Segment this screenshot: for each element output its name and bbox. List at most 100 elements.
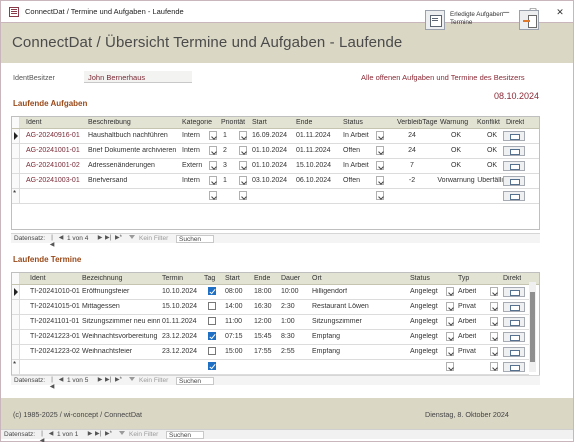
search-input[interactable]: Suchen [166, 431, 204, 439]
cell-ort[interactable]: Sitzungszimmer [312, 318, 362, 325]
column-header-typ[interactable]: Typ [458, 275, 469, 282]
cell-dauer[interactable]: 1:00 [281, 318, 295, 325]
table-row[interactable]: AG-20240916-01 Haushaltbuch nachführen Int… [12, 129, 539, 144]
cell-dauer[interactable]: 10:00 [281, 288, 299, 295]
direct-open-button[interactable] [503, 302, 525, 312]
ganztags-checkbox[interactable] [208, 347, 216, 355]
cell-termin[interactable]: 10.10.2024 [162, 288, 197, 295]
prioritaet-dropdown[interactable] [239, 191, 247, 200]
table-row[interactable]: TI-20241101-01 Sitzungszimmer neu einri 01… [12, 315, 529, 330]
previous-record-button[interactable]: ◀ [58, 377, 64, 384]
cell-ort[interactable]: Hilligendorf [312, 288, 347, 295]
cell-status[interactable]: Angelegt [410, 288, 438, 295]
cell-start[interactable]: 16.09.2024 [252, 132, 287, 139]
cell-warnung[interactable]: OK [431, 132, 481, 139]
next-record-button[interactable]: ▶ [87, 431, 93, 438]
cell-status[interactable]: In Arbeit [343, 132, 369, 139]
typ-dropdown[interactable] [490, 302, 498, 311]
cell-verbleib[interactable]: 7 [397, 162, 427, 169]
typ-dropdown[interactable] [490, 332, 498, 341]
cell-typ[interactable]: Privat [458, 303, 476, 310]
cell-ende[interactable]: 01.11.2024 [296, 132, 331, 139]
cell-status[interactable]: Angelegt [410, 348, 438, 355]
column-header-ort[interactable]: Ort [312, 275, 322, 282]
new-record-row[interactable] [12, 189, 539, 204]
row-selector[interactable] [12, 330, 20, 344]
direct-open-button[interactable] [503, 317, 525, 327]
status-dropdown[interactable] [446, 302, 454, 311]
kategorie-dropdown[interactable] [209, 161, 217, 170]
cell-typ[interactable]: Arbeit [458, 333, 476, 340]
filter-icon[interactable] [119, 431, 125, 437]
cell-ident[interactable]: AG-20241001-02 [26, 162, 80, 169]
direct-open-button[interactable] [503, 146, 525, 156]
cell-start[interactable]: 14:00 [225, 303, 243, 310]
cell-start[interactable]: 07:15 [225, 333, 243, 340]
cell-start[interactable]: 01.10.2024 [252, 162, 287, 169]
cell-ident[interactable]: AG-20240916-01 [26, 132, 80, 139]
cell-typ[interactable]: Privat [458, 348, 476, 355]
new-record-button[interactable]: ▶* [115, 235, 122, 242]
direct-open-button[interactable] [503, 347, 525, 357]
column-header-konflikt[interactable]: Konflikt [477, 119, 500, 126]
previous-record-button[interactable]: ◀ [58, 235, 64, 242]
record-position[interactable]: 1 von 4 [67, 235, 88, 242]
direct-open-button[interactable] [503, 332, 525, 342]
cell-bezeichnung[interactable]: Sitzungszimmer neu einri [82, 318, 160, 325]
prioritaet-dropdown[interactable] [239, 131, 247, 140]
done-tasks-button-label[interactable]: Erledigte Aufgaben Termine [450, 11, 516, 27]
cell-ident[interactable]: TI-20241223-02 [30, 348, 82, 355]
filter-status[interactable]: Kein Filter [139, 377, 168, 384]
cell-ident[interactable]: AG-20241001-01 [26, 147, 80, 154]
row-selector[interactable] [12, 159, 20, 173]
row-selector[interactable] [12, 315, 20, 329]
cell-typ[interactable]: Arbeit [458, 318, 476, 325]
status-dropdown[interactable] [446, 317, 454, 326]
cell-typ[interactable]: Arbeit [458, 288, 476, 295]
termine-scrollbar[interactable] [529, 282, 536, 372]
kategorie-dropdown[interactable] [209, 146, 217, 155]
column-header-start[interactable]: Start [225, 275, 240, 282]
cell-ident[interactable]: TI-20241101-01 [30, 318, 82, 325]
cell-ende[interactable]: 01.11.2024 [296, 147, 331, 154]
table-row[interactable]: AG-20241003-01 Briefversand Intern 1 03.10.2… [12, 174, 539, 189]
cell-ort[interactable]: Empfang [312, 333, 340, 340]
cell-beschreibung[interactable]: Adressenänderungen [88, 162, 155, 169]
kategorie-dropdown[interactable] [209, 131, 217, 140]
next-record-button[interactable]: ▶ [97, 235, 103, 242]
cell-ident[interactable]: TI-20241010-01 [30, 288, 82, 295]
status-dropdown[interactable] [446, 287, 454, 296]
cell-beschreibung[interactable]: Brief Dokumente archivieren [88, 147, 176, 154]
cell-ende[interactable]: 16:30 [254, 303, 272, 310]
exit-icon[interactable] [519, 10, 539, 30]
table-row[interactable]: TI-20241223-02 Weihnachtsfeier 23.12.2024 1… [12, 345, 529, 360]
cell-status[interactable]: Offen [343, 177, 360, 184]
column-header-termin[interactable]: Termin [162, 275, 183, 282]
cell-ende[interactable]: 18:00 [254, 288, 272, 295]
cell-bezeichnung[interactable]: Weihnachtsfeier [82, 348, 160, 355]
cell-status[interactable]: Angelegt [410, 318, 438, 325]
column-header-start[interactable]: Start [252, 119, 267, 126]
table-row[interactable]: TI-20241010-01 Eröffnungsfeier 10.10.2024 0… [12, 285, 529, 300]
filter-status[interactable]: Kein Filter [139, 235, 168, 242]
column-header-status[interactable]: Status [410, 275, 430, 282]
prioritaet-dropdown[interactable] [239, 161, 247, 170]
status-dropdown[interactable] [446, 362, 454, 371]
column-header-warnung[interactable]: Warnung [440, 119, 468, 126]
record-position[interactable]: 1 von 1 [57, 431, 78, 438]
cell-termin[interactable]: 15.10.2024 [162, 303, 197, 310]
status-dropdown[interactable] [376, 146, 384, 155]
table-row[interactable]: TI-20241223-01 Weihnachtsvorbereitung 23.1… [12, 330, 529, 345]
cell-beschreibung[interactable]: Briefversand [88, 177, 127, 184]
row-selector[interactable] [12, 144, 20, 158]
new-record-row[interactable] [12, 360, 529, 375]
filter-icon[interactable] [129, 377, 135, 383]
last-record-button[interactable]: ▶| [105, 377, 111, 384]
status-dropdown[interactable] [446, 332, 454, 341]
status-dropdown[interactable] [376, 191, 384, 200]
row-selector[interactable] [12, 345, 20, 359]
cell-termin[interactable]: 01.11.2024 [162, 318, 197, 325]
cell-status[interactable]: Offen [343, 147, 360, 154]
row-selector[interactable] [12, 300, 20, 314]
status-dropdown[interactable] [376, 131, 384, 140]
